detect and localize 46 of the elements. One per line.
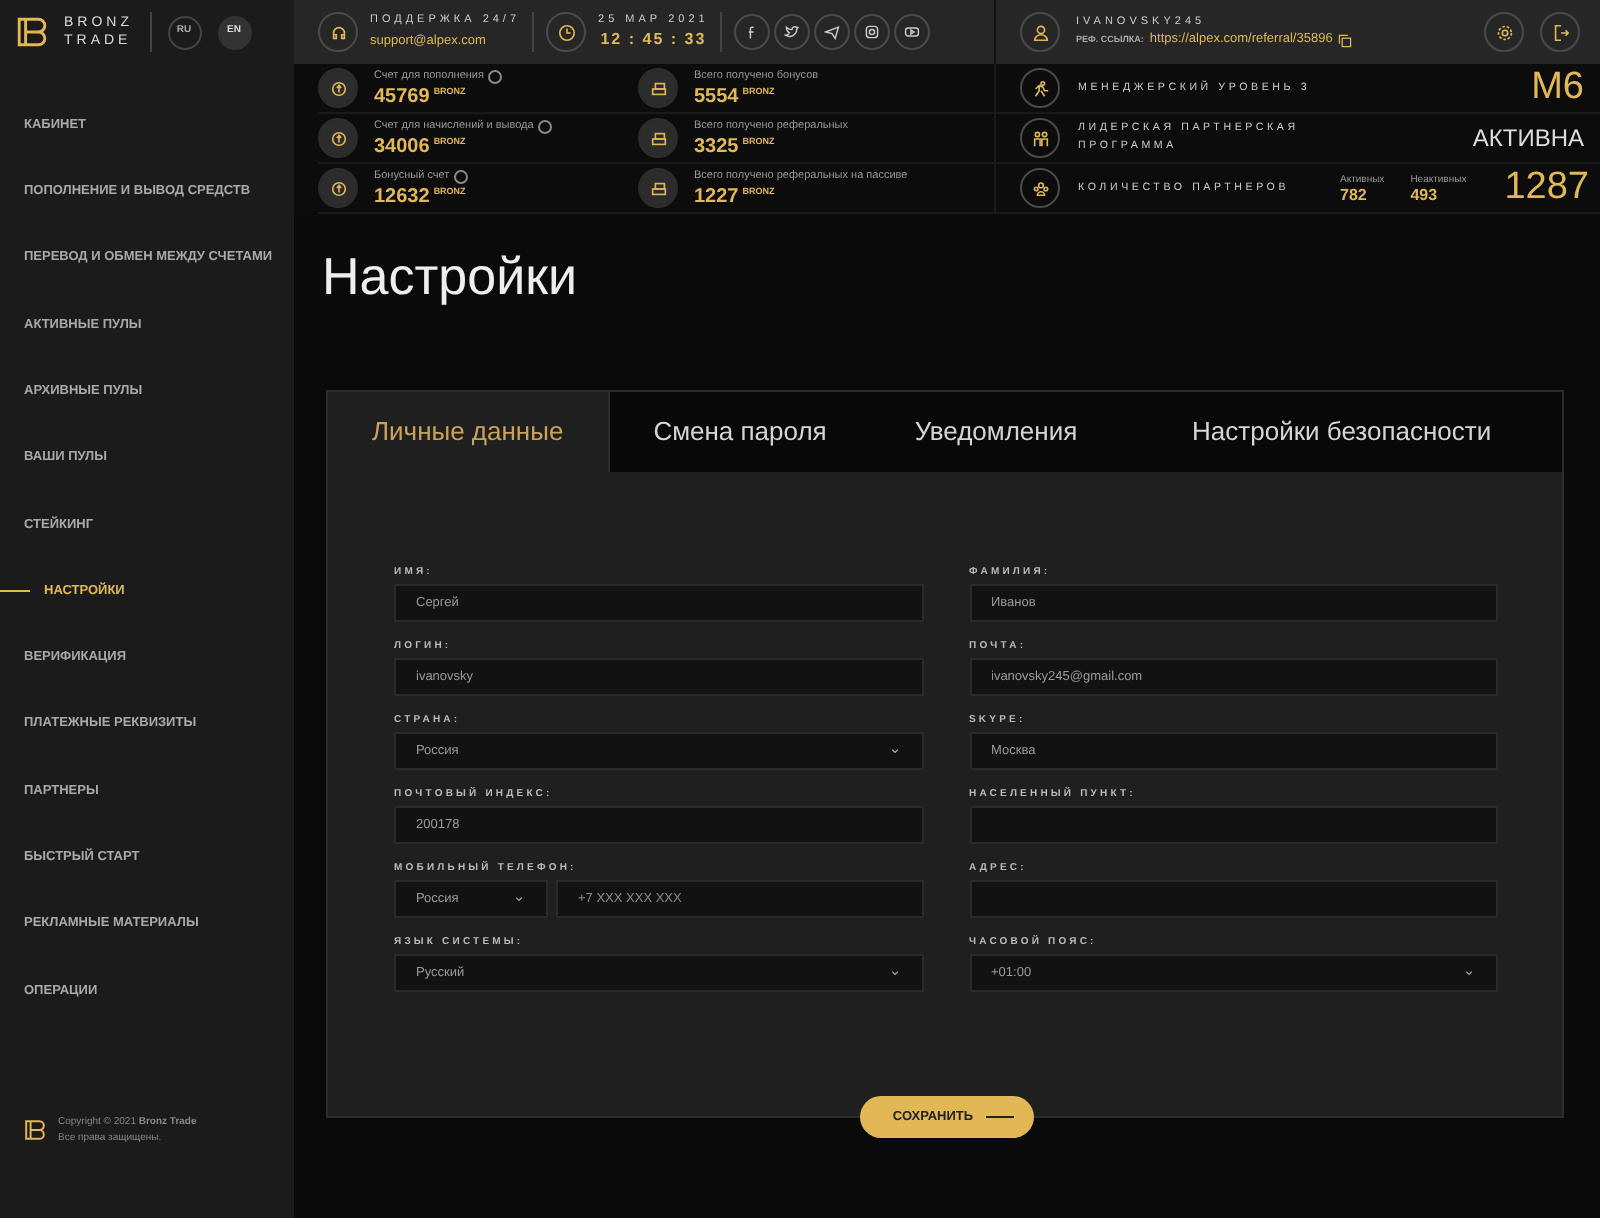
- balance-value: 45769: [374, 85, 430, 107]
- headset-icon: [329, 23, 347, 41]
- wallet-icon: [329, 79, 347, 97]
- input-field[interactable]: [969, 806, 1498, 844]
- balance-value: 34006: [374, 135, 430, 157]
- logout-icon: [1551, 23, 1569, 41]
- help-icon[interactable]: [537, 120, 552, 134]
- status-value: АКТИВНА: [1472, 122, 1584, 156]
- paper-plane-icon[interactable]: [814, 14, 851, 50]
- balance-value: 1227: [694, 185, 739, 207]
- coins-icon: [649, 79, 667, 97]
- runner-icon: [1031, 79, 1049, 97]
- group-icon: [1031, 179, 1049, 197]
- status-value: M6: [1531, 68, 1584, 108]
- copy-icon[interactable]: [1338, 33, 1353, 48]
- chevron-down-icon: [512, 892, 526, 906]
- coins-icon: [649, 129, 667, 147]
- twitter-icon[interactable]: [774, 14, 811, 50]
- instagram-icon[interactable]: [854, 14, 891, 50]
- help-icon[interactable]: [487, 70, 502, 84]
- time-text: 12 : 45 : 33: [598, 28, 709, 53]
- gear-icon: [1495, 23, 1513, 41]
- logout-button[interactable]: [1540, 12, 1580, 52]
- page-title: Настройки: [320, 244, 579, 310]
- balance-value: 12632: [374, 185, 430, 207]
- chevron-down-icon: [887, 744, 901, 758]
- user-icon: [1031, 23, 1049, 41]
- coins-icon: [649, 179, 667, 197]
- people-icon: [1031, 129, 1049, 147]
- chevron-down-icon: [1462, 966, 1476, 980]
- help-icon[interactable]: [453, 170, 468, 184]
- balance-value: 5554: [694, 85, 739, 107]
- video-play-icon[interactable]: [894, 14, 931, 50]
- tab[interactable]: Личные данные: [328, 392, 610, 472]
- status-value: 1287: [1504, 168, 1589, 208]
- settings-button[interactable]: [1484, 12, 1524, 52]
- logo-icon: [24, 1118, 46, 1142]
- input-field[interactable]: [969, 880, 1498, 918]
- chevron-down-icon: [887, 966, 901, 980]
- logo-icon: [16, 16, 48, 48]
- wallet-icon: [329, 179, 347, 197]
- clock-icon: [557, 23, 576, 41]
- count-value: 493: [1410, 185, 1440, 203]
- balance-value: 3325: [694, 135, 739, 157]
- count-value: 782: [1340, 185, 1369, 203]
- wallet-icon: [329, 129, 347, 147]
